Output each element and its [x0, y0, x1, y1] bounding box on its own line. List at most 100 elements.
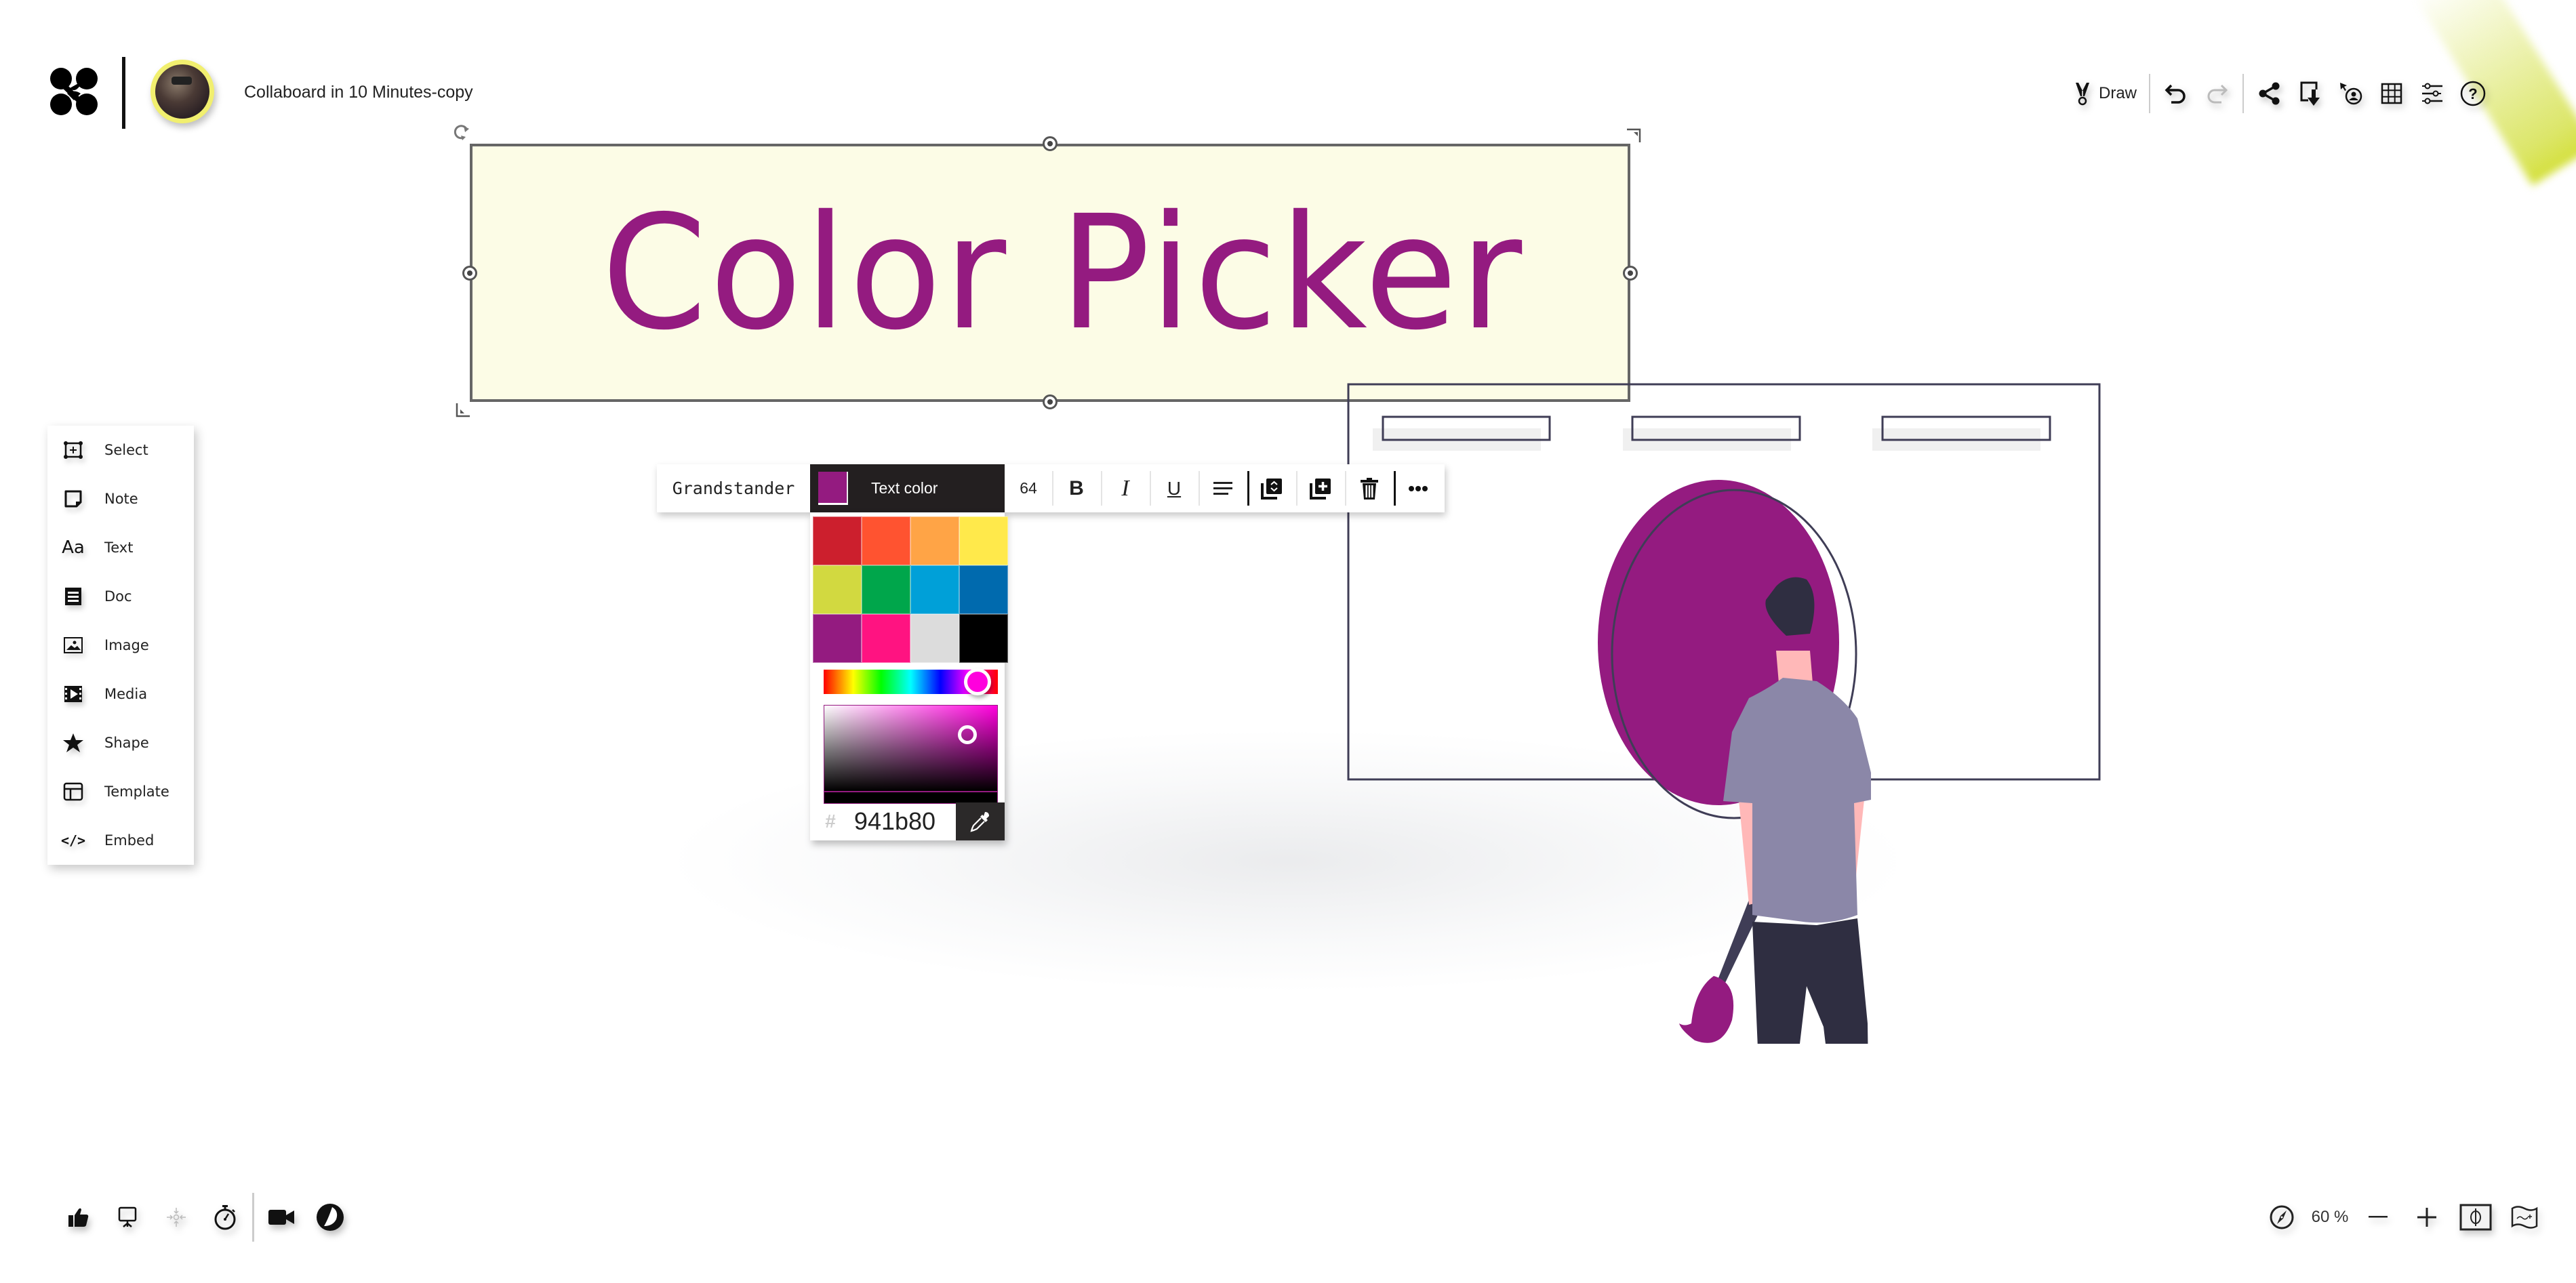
toolbar-separator — [2149, 74, 2151, 113]
resize-handle-top-right[interactable] — [1626, 127, 1642, 146]
tool-media[interactable]: Media — [47, 670, 194, 718]
presentation-icon — [118, 1206, 137, 1227]
preset-color-swatch[interactable] — [959, 565, 1008, 614]
undo-button[interactable] — [2156, 73, 2196, 114]
preset-color-swatch[interactable] — [910, 516, 959, 565]
tool-label: Text — [104, 539, 134, 556]
fit-to-screen-button[interactable] — [2451, 1196, 2500, 1238]
bold-button[interactable]: B — [1052, 464, 1101, 512]
resize-handle-bottom[interactable] — [1043, 394, 1058, 409]
presentation-button[interactable] — [103, 1196, 152, 1238]
board-title[interactable]: Collaboard in 10 Minutes-copy — [244, 83, 473, 102]
hex-color-input[interactable] — [851, 802, 939, 840]
text-color-button[interactable]: Text color — [810, 464, 1005, 512]
vote-button[interactable] — [54, 1196, 103, 1238]
saturation-value-area[interactable] — [824, 705, 998, 792]
text-content[interactable]: Color Picker — [496, 146, 1605, 399]
shirt — [1723, 678, 1871, 923]
timer-button[interactable] — [201, 1196, 249, 1238]
preset-color-swatch[interactable] — [959, 614, 1008, 663]
tool-text[interactable]: Aa Text — [47, 523, 194, 572]
resize-handle-right[interactable] — [1623, 266, 1638, 281]
zoom-out-button[interactable] — [2354, 1196, 2402, 1238]
image-icon — [60, 632, 87, 659]
tool-doc[interactable]: Doc — [47, 572, 194, 621]
preset-color-swatch[interactable] — [813, 614, 862, 663]
theme-toggle-button[interactable] — [306, 1196, 355, 1238]
duplicate-button[interactable] — [1296, 464, 1345, 512]
resize-handle-left[interactable] — [462, 266, 477, 281]
redo-button[interactable] — [2196, 73, 2237, 114]
preset-color-swatch[interactable] — [910, 565, 959, 614]
preset-color-swatch[interactable] — [813, 565, 862, 614]
tool-label: Shape — [104, 735, 149, 751]
share-button[interactable] — [2249, 73, 2290, 114]
hex-input-row: # — [810, 802, 1005, 840]
bottom-left-toolbar — [54, 1193, 355, 1242]
tool-label: Image — [104, 637, 149, 653]
star-icon — [60, 729, 87, 756]
preset-color-swatch[interactable] — [813, 516, 862, 565]
rotate-handle[interactable] — [453, 123, 470, 144]
draw-button[interactable] — [2068, 73, 2097, 114]
arrange-button[interactable] — [1247, 464, 1296, 512]
grid-button[interactable] — [2371, 73, 2412, 114]
preset-color-swatch[interactable] — [862, 614, 910, 663]
color-picker-popup: # — [810, 512, 1008, 840]
selected-text-element[interactable]: Color Picker — [470, 144, 1630, 402]
duplicate-icon — [1310, 478, 1331, 500]
eyedropper-icon — [970, 812, 989, 832]
preset-color-swatch[interactable] — [862, 565, 910, 614]
italic-icon: I — [1121, 475, 1129, 501]
user-avatar[interactable] — [150, 60, 214, 123]
hex-prefix: # — [825, 811, 836, 832]
fit-to-screen-icon — [2459, 1204, 2492, 1231]
italic-button[interactable]: I — [1101, 464, 1150, 512]
settings-button[interactable] — [2412, 73, 2453, 114]
toolbar-separator — [2242, 74, 2245, 113]
hue-slider[interactable] — [824, 668, 998, 695]
more-button[interactable] — [1394, 464, 1443, 512]
align-icon — [1213, 481, 1232, 495]
preset-color-swatch[interactable] — [910, 614, 959, 663]
zoom-in-button[interactable] — [2402, 1196, 2451, 1238]
follow-user-button[interactable] — [2331, 73, 2371, 114]
zoom-level[interactable]: 60 % — [2306, 1208, 2354, 1227]
tool-note[interactable]: Note — [47, 474, 194, 523]
preset-color-swatch[interactable] — [862, 516, 910, 565]
zoom-out-icon — [2369, 1216, 2388, 1218]
export-button[interactable] — [2290, 73, 2331, 114]
text-icon: Aa — [62, 537, 85, 558]
color-selector-handle[interactable] — [958, 725, 977, 744]
rotate-icon — [454, 125, 469, 140]
tool-template[interactable]: Template — [47, 767, 194, 816]
focus-button[interactable] — [152, 1196, 201, 1238]
resize-handle-bottom-left[interactable] — [456, 402, 472, 421]
eyedropper-button[interactable] — [956, 802, 1005, 840]
avatar-photo — [155, 64, 209, 119]
preset-color-swatch[interactable] — [959, 516, 1008, 565]
tool-image[interactable]: Image — [47, 621, 194, 670]
help-button[interactable]: ? — [2453, 73, 2493, 114]
collaboard-logo-icon[interactable] — [49, 66, 98, 117]
resize-handle-top[interactable] — [1043, 136, 1058, 151]
timer-icon — [214, 1205, 236, 1230]
hue-slider-handle[interactable] — [964, 668, 991, 695]
export-icon — [2300, 81, 2320, 106]
align-button[interactable] — [1199, 464, 1247, 512]
tool-shape[interactable]: Shape — [47, 718, 194, 767]
font-size-input[interactable]: 64 — [1005, 479, 1052, 497]
minimap-icon — [2511, 1206, 2538, 1229]
draw-label[interactable]: Draw — [2099, 84, 2137, 103]
tool-select[interactable]: Select — [47, 426, 194, 474]
video-call-button[interactable] — [257, 1196, 306, 1238]
underline-button[interactable]: U — [1150, 464, 1199, 512]
embed-icon: </> — [60, 832, 86, 849]
pen-nib-icon — [2076, 83, 2089, 106]
text-format-toolbar: Grandstander Text color 64 B I U — [657, 464, 1445, 512]
delete-button[interactable] — [1345, 464, 1394, 512]
navigator-button[interactable] — [2257, 1196, 2306, 1238]
tool-embed[interactable]: </> Embed — [47, 816, 194, 865]
minimap-button[interactable] — [2500, 1196, 2549, 1238]
font-family-select[interactable]: Grandstander — [657, 464, 810, 512]
